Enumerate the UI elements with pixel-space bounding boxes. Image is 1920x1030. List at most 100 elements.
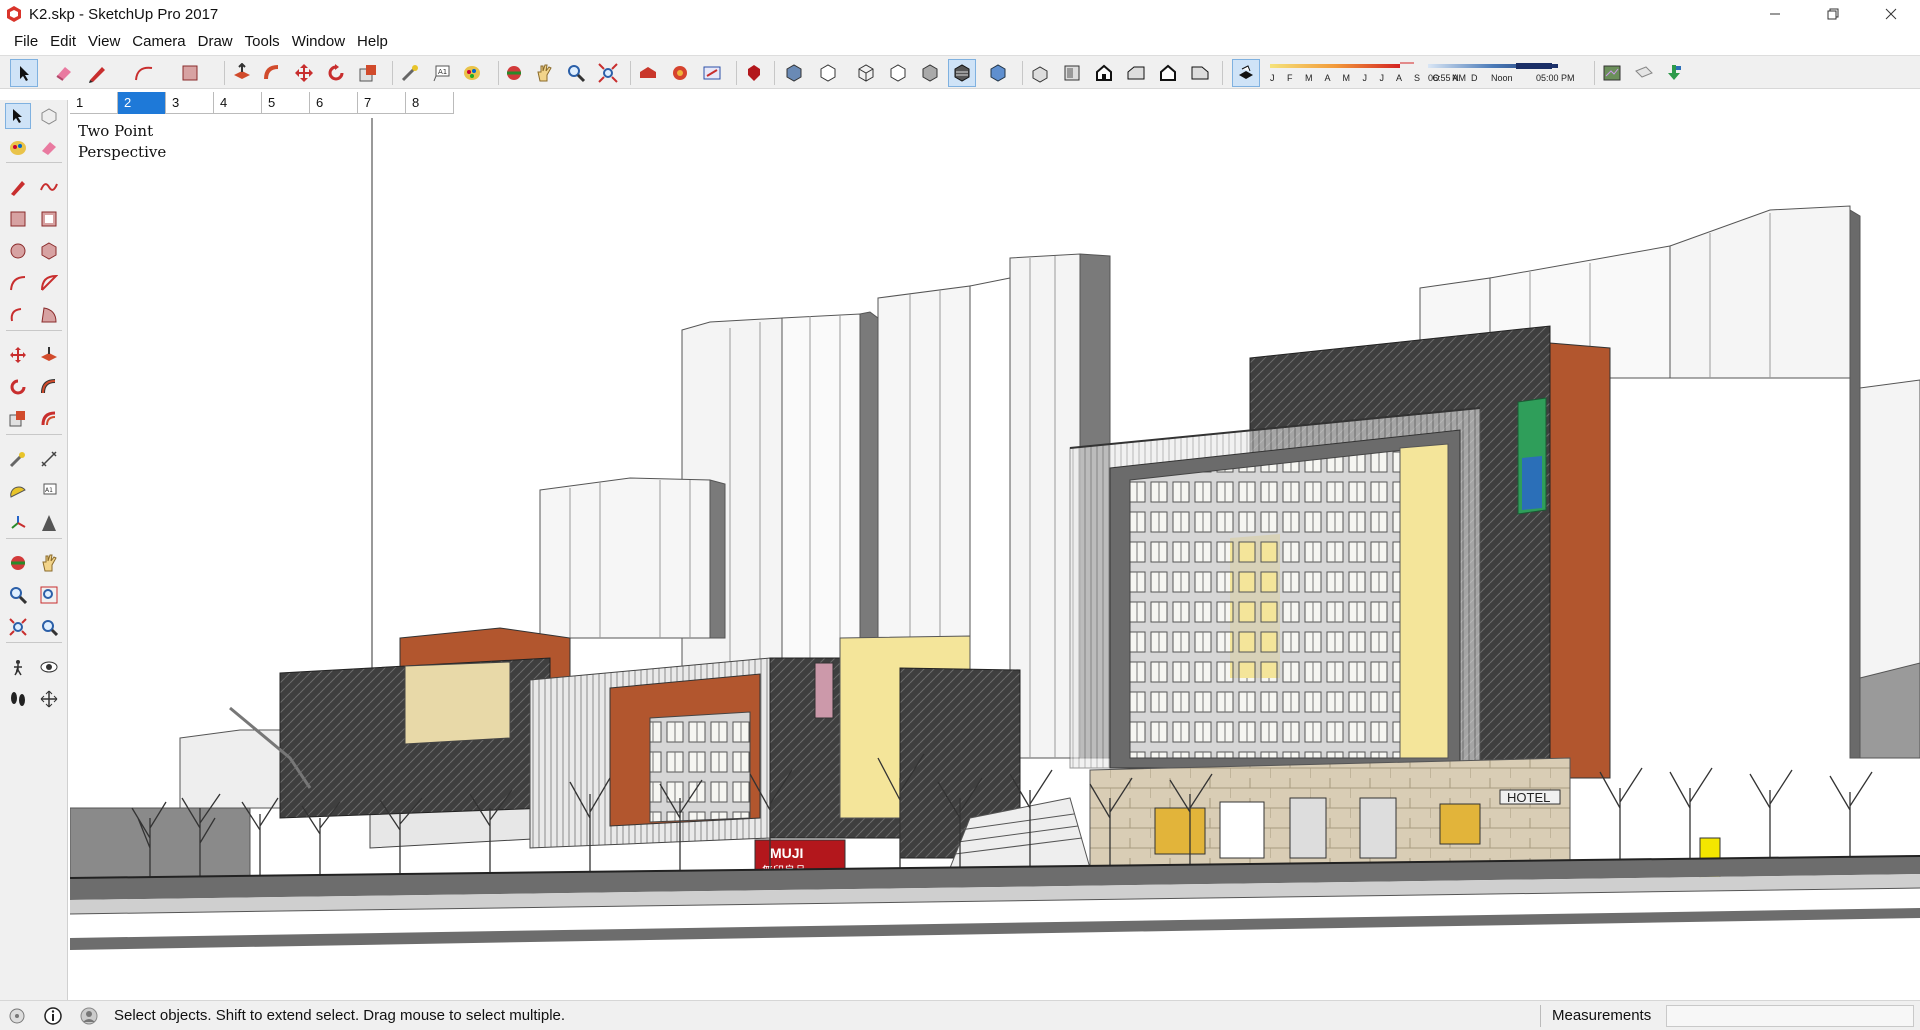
3d-text-icon[interactable]: A1 (36, 478, 62, 504)
rotate-icon[interactable] (5, 374, 31, 400)
move-icon[interactable] (5, 342, 31, 368)
pan-icon[interactable] (36, 550, 62, 576)
muji-sign: MUJI (770, 845, 803, 861)
push-pull-icon[interactable] (228, 59, 256, 87)
select-icon[interactable] (5, 103, 31, 129)
eraser-icon[interactable] (50, 59, 78, 87)
offset-icon[interactable] (36, 406, 62, 432)
shaded-textures-icon[interactable] (948, 59, 976, 87)
model-viewport[interactable]: HOTEL MUJI 無印良品 (70, 118, 1920, 996)
move-icon[interactable] (290, 59, 318, 87)
ruby-icon[interactable] (740, 59, 768, 87)
paint-bucket-icon[interactable] (458, 59, 486, 87)
zoom-extents-icon[interactable] (5, 614, 31, 640)
shadows-icon[interactable] (1232, 59, 1260, 87)
warehouse-icon[interactable] (634, 59, 662, 87)
menu-view[interactable]: View (82, 33, 126, 50)
wireframe-icon[interactable] (852, 59, 880, 87)
scale-icon[interactable] (354, 59, 382, 87)
shaded-icon[interactable] (916, 59, 944, 87)
zoom-icon[interactable] (562, 59, 590, 87)
geo-location-icon[interactable] (1598, 59, 1626, 87)
layout-icon[interactable] (698, 59, 726, 87)
menu-draw[interactable]: Draw (192, 33, 239, 50)
scene-tab-4[interactable]: 4 (214, 92, 262, 114)
menu-tools[interactable]: Tools (239, 33, 286, 50)
menu-help[interactable]: Help (351, 33, 394, 50)
hidden-line-icon[interactable] (884, 59, 912, 87)
circle-icon[interactable] (5, 238, 31, 264)
arc-icon[interactable] (5, 270, 31, 296)
scene-tab-7[interactable]: 7 (358, 92, 406, 114)
add-location-icon[interactable] (1630, 59, 1658, 87)
rotated-rectangle-icon[interactable] (36, 206, 62, 232)
eraser-icon[interactable] (36, 135, 62, 161)
minimize-icon[interactable] (1746, 0, 1804, 28)
axes-icon[interactable] (5, 510, 31, 536)
back-edges-icon[interactable] (814, 59, 842, 87)
scene-tab-1[interactable]: 1 (70, 92, 118, 114)
select-icon[interactable] (10, 59, 38, 87)
freehand-icon[interactable] (36, 174, 62, 200)
scene-tab-3[interactable]: 3 (166, 92, 214, 114)
geo-status-icon[interactable] (6, 1005, 28, 1027)
pencil-icon[interactable] (84, 59, 112, 87)
text-icon[interactable] (36, 510, 62, 536)
xray-icon[interactable] (780, 59, 808, 87)
look-around-icon[interactable] (36, 654, 62, 680)
pan-icon[interactable] (530, 59, 558, 87)
scale-icon[interactable] (5, 406, 31, 432)
two-point-arc-icon[interactable] (36, 270, 62, 296)
position-camera-icon[interactable] (5, 654, 31, 680)
text-icon[interactable]: A1 (428, 59, 456, 87)
iso-view-icon[interactable] (1026, 59, 1054, 87)
zoom-extents-icon[interactable] (594, 59, 622, 87)
menu-window[interactable]: Window (286, 33, 351, 50)
scene-tab-2[interactable]: 2 (118, 92, 166, 114)
orbit-icon[interactable] (5, 550, 31, 576)
three-point-arc-icon[interactable] (5, 302, 31, 328)
extension-warehouse-icon[interactable] (666, 59, 694, 87)
polygon-icon[interactable] (36, 238, 62, 264)
back-view-icon[interactable] (1154, 59, 1182, 87)
import-icon[interactable] (1660, 59, 1688, 87)
scene-tab-5[interactable]: 5 (262, 92, 310, 114)
walk-icon[interactable] (5, 686, 31, 712)
front-view-icon[interactable] (1090, 59, 1118, 87)
zoom-window-icon[interactable] (36, 582, 62, 608)
menu-edit[interactable]: Edit (44, 33, 82, 50)
close-icon[interactable] (1862, 0, 1920, 28)
paint-bucket-icon[interactable] (5, 135, 31, 161)
left-view-icon[interactable] (1186, 59, 1214, 87)
window-controls (1746, 0, 1920, 28)
menu-file[interactable]: File (8, 33, 44, 50)
scene-tab-8[interactable]: 8 (406, 92, 454, 114)
info-icon[interactable] (42, 1005, 64, 1027)
dimension-icon[interactable] (36, 446, 62, 472)
protractor-icon[interactable] (5, 478, 31, 504)
pencil-icon[interactable] (5, 174, 31, 200)
menu-camera[interactable]: Camera (126, 33, 191, 50)
zoom-icon[interactable] (5, 582, 31, 608)
rectangle-icon[interactable] (5, 206, 31, 232)
previous-view-icon[interactable] (36, 614, 62, 640)
follow-me-icon[interactable] (36, 374, 62, 400)
rectangle-icon[interactable] (176, 59, 204, 87)
follow-me-icon[interactable] (258, 59, 286, 87)
component-icon[interactable] (36, 103, 62, 129)
monochrome-icon[interactable] (984, 59, 1012, 87)
push-pull-icon[interactable] (36, 342, 62, 368)
section-plane-icon[interactable] (36, 686, 62, 712)
right-view-icon[interactable] (1122, 59, 1150, 87)
pie-icon[interactable] (36, 302, 62, 328)
top-view-icon[interactable] (1058, 59, 1086, 87)
tape-measure-icon[interactable] (5, 446, 31, 472)
rotate-icon[interactable] (322, 59, 350, 87)
orbit-icon[interactable] (500, 59, 528, 87)
measurements-input[interactable] (1666, 1005, 1914, 1027)
tape-measure-icon[interactable] (396, 59, 424, 87)
user-icon[interactable] (78, 1005, 100, 1027)
restore-icon[interactable] (1804, 0, 1862, 28)
scene-tab-6[interactable]: 6 (310, 92, 358, 114)
arc-icon[interactable] (130, 59, 158, 87)
